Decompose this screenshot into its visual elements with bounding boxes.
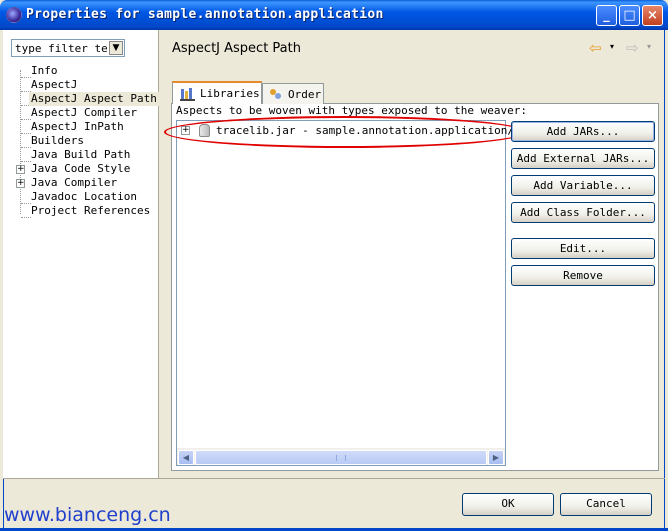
page-title: AspectJ Aspect Path — [172, 41, 301, 56]
tab-libraries-label: Libraries — [200, 87, 260, 100]
tree-connector — [21, 217, 31, 218]
expand-icon[interactable]: + — [16, 179, 25, 188]
annotation-highlight-ellipse — [164, 116, 526, 148]
remove-button[interactable]: Remove — [511, 265, 655, 286]
tree-item-java-build-path[interactable]: Java Build Path — [31, 148, 130, 162]
order-icon — [270, 89, 281, 99]
tab-order[interactable]: Order — [262, 83, 324, 104]
filter-input[interactable]: type filter tex — [15, 42, 107, 55]
tree-item-builders[interactable]: Builders — [31, 134, 84, 148]
grip-icon — [336, 455, 346, 461]
tree-connector — [21, 147, 31, 148]
watermark-text: www.bianceng.cn — [4, 504, 171, 526]
tree-item-aspectj[interactable]: AspectJ — [31, 78, 77, 92]
tree-item-info[interactable]: Info — [31, 64, 58, 78]
maximize-button[interactable]: □ — [619, 5, 640, 26]
add-jars-button[interactable]: Add JARs... — [511, 121, 655, 142]
horizontal-scrollbar[interactable]: ◀ ▶ — [177, 448, 505, 465]
expand-icon[interactable]: + — [16, 165, 25, 174]
filter-combo[interactable]: type filter tex ▼ — [11, 39, 125, 57]
tree-item-project-references[interactable]: Project References — [31, 204, 150, 218]
eclipse-icon — [6, 7, 22, 23]
aspect-path-list[interactable] — [176, 120, 506, 466]
tree-item-java-compiler[interactable]: Java Compiler — [31, 176, 117, 190]
back-history-chevron-icon[interactable]: ▾ — [610, 42, 614, 51]
forward-history-chevron-icon[interactable]: ▾ — [647, 42, 651, 51]
chevron-down-icon[interactable]: ▼ — [109, 41, 123, 55]
tree-item-javadoc-location[interactable]: Javadoc Location — [31, 190, 137, 204]
ok-button[interactable]: OK — [462, 493, 554, 516]
tree-connector — [21, 203, 31, 204]
tree-item-aspectj-compiler[interactable]: AspectJ Compiler — [31, 106, 137, 120]
divider — [3, 478, 665, 479]
scrollbar-thumb[interactable] — [195, 450, 487, 465]
title-bar[interactable]: Properties for sample.annotation.applica… — [0, 0, 668, 30]
tree-item-aspectj-aspect-path[interactable]: AspectJ Aspect Path — [29, 92, 159, 106]
close-button[interactable]: × — [642, 5, 663, 26]
libraries-icon — [180, 88, 195, 101]
tree-item-java-code-style[interactable]: Java Code Style — [31, 162, 130, 176]
tree-connector — [21, 77, 31, 78]
tab-order-label: Order — [288, 88, 322, 101]
forward-arrow-icon[interactable]: ⇨ — [626, 39, 639, 57]
add-variable-button[interactable]: Add Variable... — [511, 175, 655, 196]
back-arrow-icon[interactable]: ⇦ — [589, 39, 602, 57]
edit-button[interactable]: Edit... — [511, 238, 655, 259]
cancel-button[interactable]: Cancel — [560, 493, 652, 516]
tree-item-aspectj-inpath[interactable]: AspectJ InPath — [31, 120, 124, 134]
add-external-jars-button[interactable]: Add External JARs... — [511, 148, 655, 169]
scroll-left-icon[interactable]: ◀ — [178, 450, 194, 465]
tab-libraries[interactable]: Libraries — [172, 81, 262, 104]
tree-connector — [21, 133, 31, 134]
tree-connector — [21, 161, 31, 162]
add-class-folder-button[interactable]: Add Class Folder... — [511, 202, 655, 223]
minimize-button[interactable]: _ — [596, 5, 617, 26]
window-title: Properties for sample.annotation.applica… — [26, 7, 384, 22]
tree-connector — [21, 119, 31, 120]
scroll-right-icon[interactable]: ▶ — [488, 450, 504, 465]
